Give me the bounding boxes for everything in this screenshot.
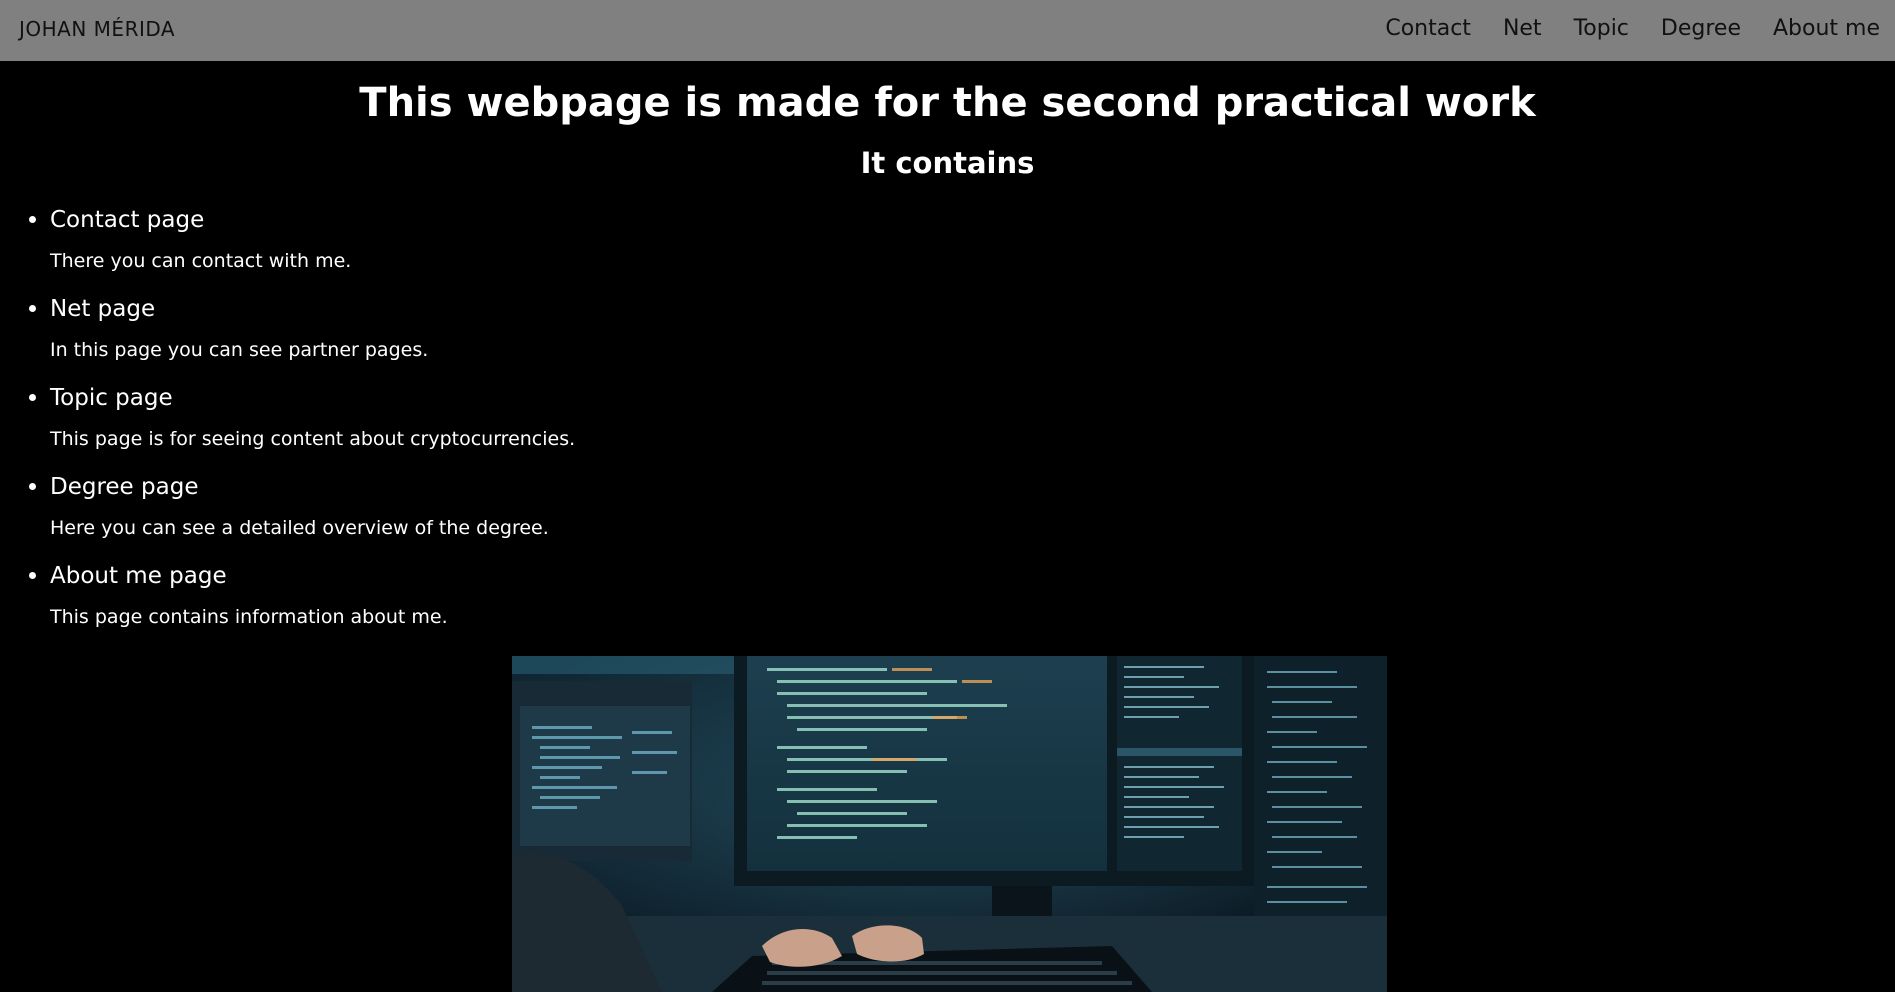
- list-item-title: Net page: [50, 296, 156, 322]
- nav-link-net[interactable]: Net: [1503, 16, 1542, 41]
- bullet-icon: [29, 305, 36, 312]
- nav-link-about-me[interactable]: About me: [1773, 16, 1880, 41]
- list-item-description: In this page you can see partner pages.: [50, 339, 429, 361]
- hero-image-programmer-at-computer: [512, 656, 1387, 992]
- list-item-title: Topic page: [50, 385, 173, 411]
- nav-link-contact[interactable]: Contact: [1385, 16, 1471, 41]
- bullet-icon: [29, 483, 36, 490]
- top-navbar: JOHAN MÉRIDA Contact Net Topic Degree Ab…: [0, 0, 1895, 61]
- list-item: Topic page This page is for seeing conte…: [29, 383, 576, 472]
- list-item-title: About me page: [50, 563, 227, 589]
- list-item: About me page This page contains informa…: [29, 561, 575, 650]
- nav-link-degree[interactable]: Degree: [1661, 16, 1741, 41]
- list-item-title: Contact page: [50, 207, 205, 233]
- bullet-icon: [29, 394, 36, 401]
- list-item-description: This page is for seeing content about cr…: [50, 428, 576, 450]
- list-item-description: Here you can see a detailed overview of …: [50, 517, 549, 539]
- programmer-illustration: [512, 656, 1387, 992]
- nav-links: Contact Net Topic Degree About me: [1385, 16, 1880, 41]
- list-item-description: This page contains information about me.: [50, 606, 448, 628]
- nav-link-topic[interactable]: Topic: [1574, 16, 1629, 41]
- list-item: Contact page There you can contact with …: [29, 205, 575, 294]
- list-item-title: Degree page: [50, 474, 199, 500]
- page-title: This webpage is made for the second prac…: [359, 80, 1536, 126]
- list-item: Degree page Here you can see a detailed …: [29, 472, 575, 561]
- pages-list: Contact page There you can contact with …: [29, 205, 576, 650]
- bullet-icon: [29, 572, 36, 579]
- list-item: Net page In this page you can see partne…: [29, 294, 575, 383]
- list-item-description: There you can contact with me.: [50, 250, 352, 272]
- site-brand[interactable]: JOHAN MÉRIDA: [19, 17, 175, 41]
- bullet-icon: [29, 216, 36, 223]
- page-subtitle: It contains: [860, 146, 1035, 180]
